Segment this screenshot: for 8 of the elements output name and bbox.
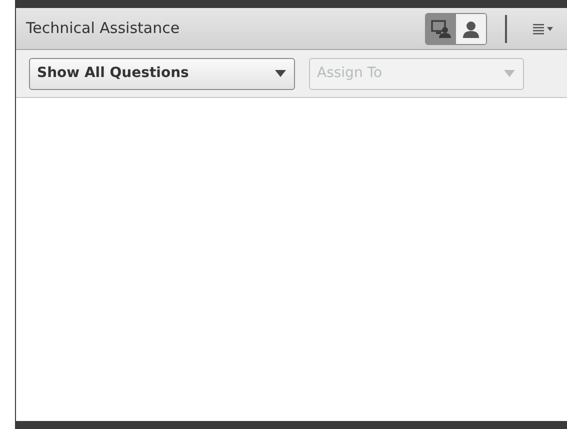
caret-icon: [275, 70, 286, 77]
view-toggle-button[interactable]: [456, 14, 486, 44]
caret-icon: [504, 70, 515, 77]
person-icon: [462, 20, 480, 38]
view-toggle-button[interactable]: [426, 14, 456, 44]
panel-title: Technical Assistance: [26, 18, 180, 40]
filter-dropdown[interactable]: Show All Questions: [29, 58, 295, 90]
monitor-person-icon: [431, 20, 451, 38]
